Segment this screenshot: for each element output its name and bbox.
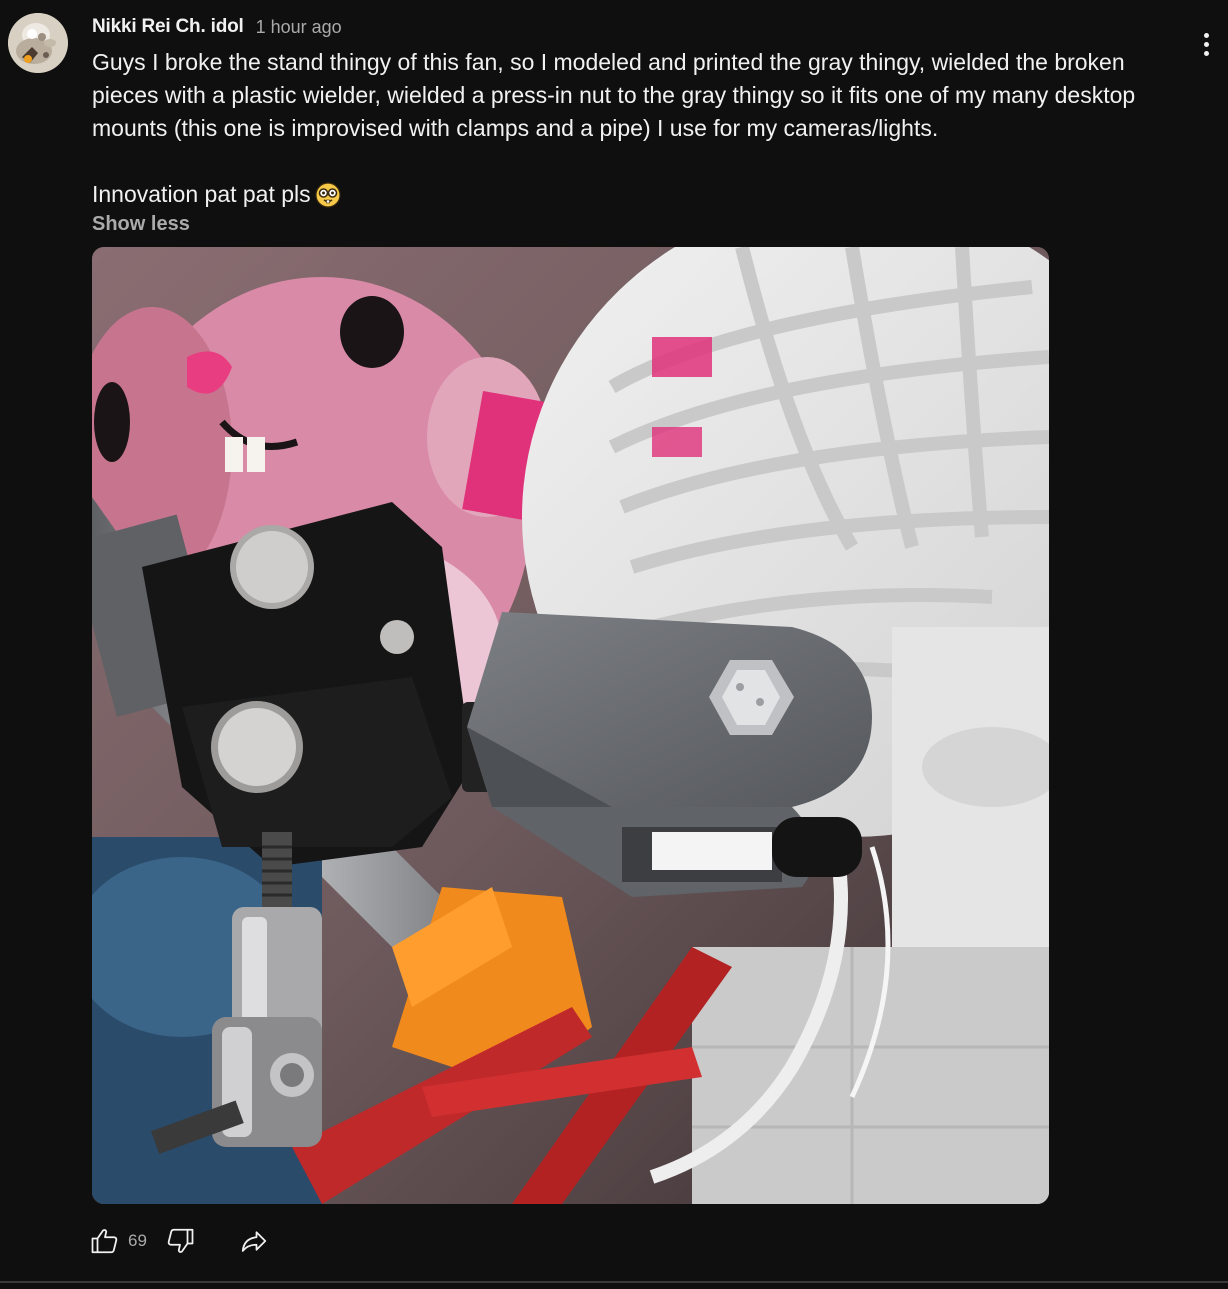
comment-text-line-2: Innovation pat pat pls bbox=[92, 181, 311, 207]
photo-content bbox=[92, 247, 1049, 1204]
show-less-button[interactable]: Show less bbox=[92, 213, 190, 236]
like-count: 69 bbox=[128, 1231, 147, 1250]
vertical-dots-icon bbox=[1203, 32, 1209, 38]
attached-photo[interactable] bbox=[92, 247, 1049, 1204]
comment-text: Guys I broke the stand thingy of this fa… bbox=[92, 49, 1136, 141]
comment-post: Nikki Rei Ch. idol 1 hour ago Guys I bro… bbox=[0, 0, 1228, 1289]
comment-body: Guys I broke the stand thingy of this fa… bbox=[92, 46, 1182, 145]
share-arrow-icon bbox=[241, 1231, 267, 1252]
thumbs-down-icon bbox=[167, 1228, 194, 1253]
nerd-face-emoji-icon bbox=[315, 181, 341, 208]
vertical-dots-icon-dot bbox=[1203, 41, 1209, 47]
more-options-button[interactable] bbox=[1196, 28, 1216, 60]
avatar[interactable] bbox=[8, 13, 68, 73]
comment-actions: 69 bbox=[88, 1222, 271, 1260]
comment-second-line: Innovation pat pat pls bbox=[92, 178, 341, 211]
comment-header: Nikki Rei Ch. idol 1 hour ago bbox=[92, 15, 342, 39]
author-name[interactable]: Nikki Rei Ch. idol bbox=[92, 16, 244, 38]
divider bbox=[0, 1281, 1228, 1283]
like-button[interactable] bbox=[88, 1224, 122, 1258]
timestamp[interactable]: 1 hour ago bbox=[256, 17, 342, 38]
vertical-dots-icon-dot bbox=[1203, 50, 1209, 56]
dislike-button[interactable] bbox=[163, 1224, 197, 1258]
thumbs-up-icon bbox=[91, 1229, 118, 1254]
avatar-image bbox=[8, 13, 68, 73]
share-button[interactable] bbox=[237, 1224, 271, 1258]
